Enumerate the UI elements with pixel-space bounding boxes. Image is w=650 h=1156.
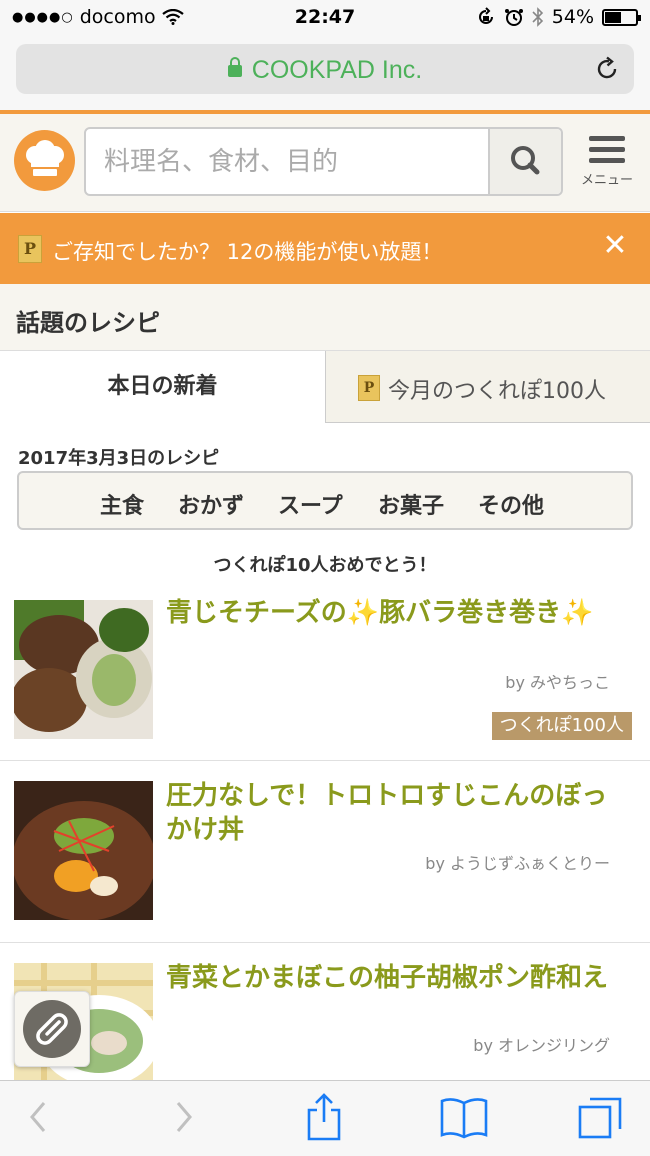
menu-label: メニュー: [580, 173, 633, 188]
hamburger-icon: [574, 136, 640, 163]
forward-icon[interactable]: [170, 1095, 196, 1139]
close-icon[interactable]: ✕: [600, 231, 630, 261]
premium-notice-banner[interactable]: P ご存知でしたか？ 12の機能が使い放題！ ✕: [0, 213, 650, 284]
premium-badge-icon: P: [358, 375, 380, 401]
chef-hat-icon: [26, 140, 64, 176]
bookmarks-icon[interactable]: [438, 1095, 490, 1139]
category-main-dish[interactable]: 主食: [100, 488, 144, 520]
site-header: メニュー: [0, 114, 650, 212]
search-box: [84, 127, 563, 196]
lock-icon: [227, 57, 242, 77]
url-text: COOKPAD Inc.: [251, 56, 423, 84]
paperclip-icon: [36, 1013, 68, 1045]
share-icon[interactable]: [304, 1091, 344, 1143]
premium-badge-icon: P: [18, 235, 42, 263]
date-label: 2017年3月3日のレシピ: [18, 448, 220, 469]
section-header: 話題のレシピ: [0, 284, 650, 351]
back-icon[interactable]: [26, 1095, 52, 1139]
recipe-author[interactable]: by オレンジリング: [473, 1032, 610, 1056]
battery-icon: [602, 8, 641, 26]
status-bar: ●●●●○ docomo 22:47 54%: [0, 0, 650, 36]
recipe-author[interactable]: by みやちっこ: [505, 669, 610, 693]
tabs-icon[interactable]: [576, 1093, 624, 1141]
category-filter: 主食 おかず スープ お菓子 その他: [17, 471, 633, 530]
search-input[interactable]: [86, 129, 490, 194]
tab-monthly-tsukurepo[interactable]: P 今月のつくれぽ100人: [325, 351, 650, 423]
bluetooth-icon: [532, 7, 543, 27]
reload-icon[interactable]: [594, 56, 620, 82]
alarm-icon: [504, 9, 523, 26]
recipe-author[interactable]: by ようじずふぁくとりー: [425, 850, 610, 874]
battery-percent: 54%: [551, 6, 594, 28]
category-side-dish[interactable]: おかず: [178, 488, 244, 520]
tsukurepo-badge: つくれぽ100人: [491, 712, 632, 740]
recipe-thumbnail[interactable]: [14, 600, 153, 739]
battery-level: [605, 11, 622, 23]
recipe-title[interactable]: 青じそチーズの✨豚バラ巻き巻き✨: [166, 596, 626, 630]
section-title: 話題のレシピ: [16, 309, 160, 337]
tab-label: 今月のつくれぽ100人: [388, 379, 606, 404]
recipe-item[interactable]: 圧力なしで！トロトロすじこんのぼっかけ丼 by ようじずふぁくとりー: [0, 761, 650, 943]
address-bar[interactable]: COOKPAD Inc.: [16, 44, 634, 94]
notice-text: ご存知でしたか？ 12の機能が使い放題！: [52, 240, 443, 264]
recipe-thumbnail[interactable]: [14, 781, 153, 920]
search-icon: [511, 146, 540, 175]
menu-button[interactable]: メニュー: [574, 136, 640, 196]
cookpad-logo[interactable]: [14, 130, 75, 191]
category-sweets[interactable]: お菓子: [378, 488, 444, 520]
tab-todays-new[interactable]: 本日の新着: [0, 351, 325, 423]
recipe-item[interactable]: 青じそチーズの✨豚バラ巻き巻き✨ by みやちっこ つくれぽ100人: [0, 586, 650, 761]
search-button[interactable]: [488, 129, 561, 194]
recipe-title[interactable]: 青菜とかまぼこの柚子胡椒ポン酢和え: [166, 961, 626, 995]
congrats-heading: つくれぽ10人おめでとう！: [213, 555, 437, 576]
browser-address-area: COOKPAD Inc.: [0, 36, 650, 110]
category-soup[interactable]: スープ: [278, 488, 343, 520]
clip-button[interactable]: [14, 991, 90, 1067]
browser-toolbar: [0, 1080, 650, 1156]
recipe-title[interactable]: 圧力なしで！トロトロすじこんのぼっかけ丼: [166, 779, 626, 847]
recipe-item[interactable]: 青菜とかまぼこの柚子胡椒ポン酢和え by オレンジリング: [0, 943, 650, 1102]
orientation-lock-icon: [478, 7, 493, 24]
category-other[interactable]: その他: [478, 488, 544, 520]
